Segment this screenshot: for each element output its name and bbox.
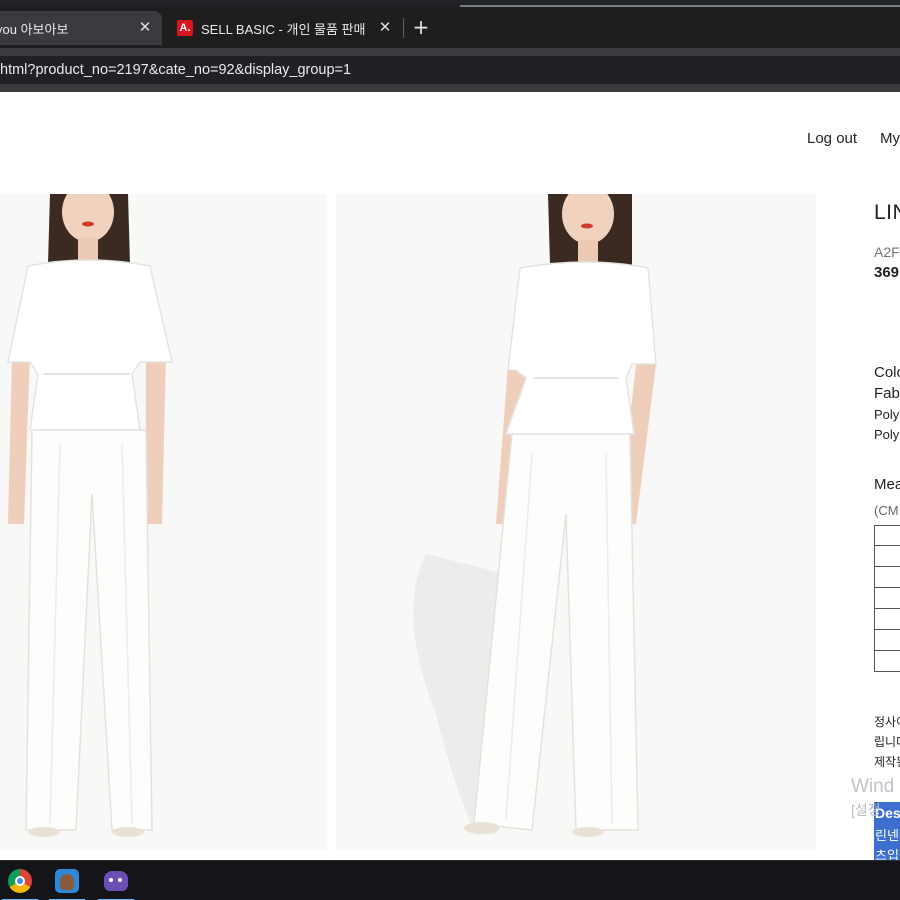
unit-label: (CM — [874, 503, 899, 518]
tab-separator — [403, 18, 404, 38]
activation-watermark-title: Wind — [851, 776, 895, 797]
model-figure-image — [0, 194, 327, 850]
product-info-panel: LIN A2F 369 Colo Fab Poly Poly Mea (CM 정… — [874, 194, 900, 860]
url-text[interactable]: html?product_no=2197&cate_no=92&display_… — [0, 62, 351, 78]
description-line: 정사이 — [874, 715, 900, 729]
window-top-edge — [0, 0, 900, 7]
taskbar-app-button[interactable] — [96, 861, 136, 900]
product-name: LIN — [874, 201, 900, 224]
tab-sell-basic[interactable]: A. SELL BASIC - 개인 물품 판매 ✕ — [170, 11, 402, 45]
bot-app-icon — [104, 871, 128, 891]
size-table-row — [874, 567, 900, 588]
fabric-label: Fab — [874, 385, 900, 402]
tab-aboabo[interactable]: you 아보아보 ✕ — [0, 11, 162, 45]
measurement-label: Mea — [874, 476, 900, 493]
activation-watermark-subtitle: [설정 — [851, 802, 881, 818]
sell-basic-favicon-icon: A. — [177, 20, 193, 36]
product-code: A2F — [874, 244, 900, 260]
product-photo-front[interactable] — [0, 194, 327, 850]
taskbar-chrome-button[interactable] — [0, 861, 40, 900]
product-price: 369 — [874, 264, 900, 281]
screen: you 아보아보 ✕ A. SELL BASIC - 개인 물품 판매 ✕ + … — [0, 0, 900, 900]
selected-text-line: 츠입 — [875, 848, 899, 860]
description-line: 립니다 — [874, 735, 900, 749]
color-label: Colo — [874, 364, 900, 381]
size-table-row — [874, 525, 900, 546]
size-table-row — [874, 651, 900, 672]
fabric-line: Poly — [874, 427, 900, 442]
product-photo-angle[interactable] — [336, 194, 816, 850]
character-app-icon — [55, 869, 79, 893]
new-tab-button[interactable]: + — [410, 16, 432, 38]
chrome-icon — [8, 869, 32, 893]
fabric-line: Poly — [874, 407, 900, 422]
browser-toolbar: html?product_no=2197&cate_no=92&display_… — [0, 48, 900, 92]
my-page-link[interactable]: My — [880, 130, 900, 147]
model-figure-image — [336, 194, 816, 850]
windows-taskbar — [0, 860, 900, 900]
web-page: Log out My LI A2F 369 Col Fab Poly Poly … — [0, 92, 900, 860]
logout-link[interactable]: Log out — [807, 130, 857, 147]
size-table — [874, 525, 900, 672]
selected-text-line: 린넨 — [875, 828, 899, 843]
tab-title: you 아보아보 — [0, 21, 69, 37]
size-table-row — [874, 630, 900, 651]
description-line: 제작된 — [874, 755, 900, 769]
size-table-row — [874, 588, 900, 609]
tab-close-icon[interactable]: ✕ — [376, 18, 394, 36]
taskbar-app-button[interactable] — [47, 861, 87, 900]
tab-title: SELL BASIC - 개인 물품 판매 — [201, 21, 366, 37]
size-table-row — [874, 609, 900, 630]
tab-close-icon[interactable]: ✕ — [136, 18, 154, 36]
size-table-row — [874, 546, 900, 567]
